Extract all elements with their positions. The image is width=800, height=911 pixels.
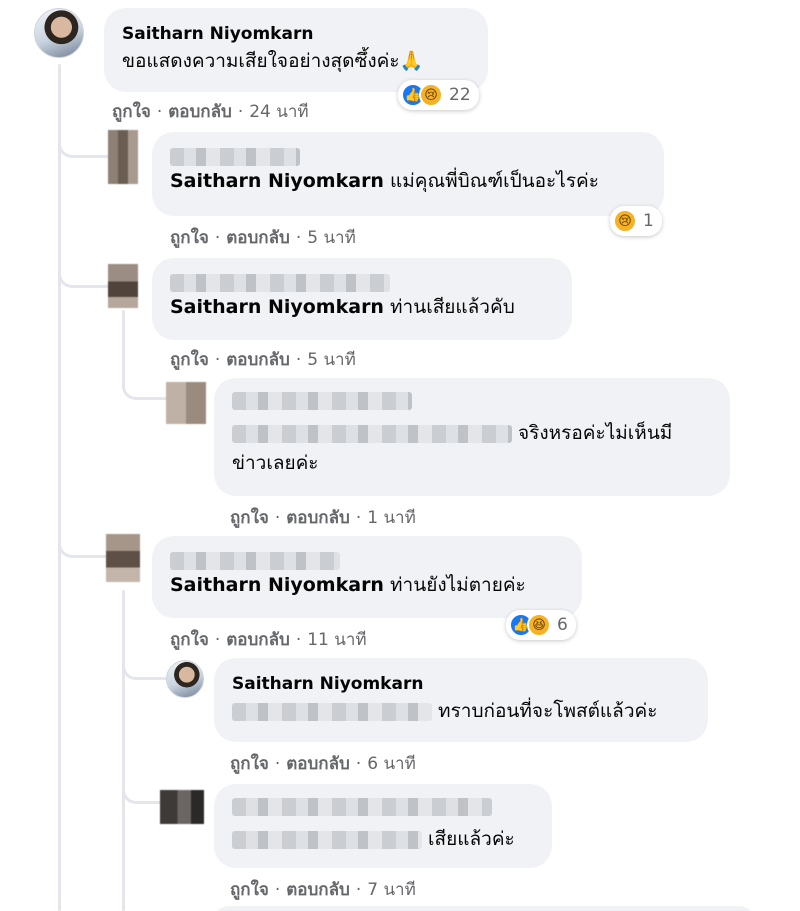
separator: ·	[274, 754, 281, 774]
comment-text: Saitharn Niyomkarn แม่คุณพี่บิณฑ์เป็นอะไ…	[170, 169, 599, 192]
mention[interactable]: Saitharn Niyomkarn	[170, 574, 384, 596]
sad-icon: 😢	[419, 83, 443, 107]
avatar[interactable]	[108, 264, 138, 308]
thread-elbow	[58, 128, 108, 158]
reply-button[interactable]: ตอบกลับ	[226, 630, 290, 650]
reaction-summary[interactable]: 👍 😢 22	[398, 80, 479, 110]
reaction-count: 6	[557, 615, 568, 635]
comment-time[interactable]: 11 นาที	[307, 630, 366, 650]
reaction-count: 1	[643, 211, 654, 231]
comment-actions: ถูกใจ · ตอบกลับ · 5 นาที	[170, 224, 356, 251]
comment-bubble: Saitharn Niyomkarn แม่คุณพี่บิณฑ์เป็นอะไ…	[152, 132, 664, 216]
reply-button[interactable]: ตอบกลับ	[286, 880, 350, 900]
avatar[interactable]	[108, 130, 138, 184]
redacted-author	[170, 272, 554, 292]
comment-time[interactable]: 7 นาที	[367, 880, 416, 900]
like-button[interactable]: ถูกใจ	[170, 228, 209, 248]
comment-text-line: ข่าวเลยค่ะ	[232, 452, 319, 474]
redacted-author	[170, 146, 646, 166]
comment-text: จริงหรอค่ะไม่เห็นมี	[232, 418, 712, 448]
reaction-summary[interactable]: 😢 1	[610, 206, 662, 236]
mention[interactable]: Saitharn Niyomkarn	[170, 170, 384, 192]
avatar[interactable]	[166, 382, 206, 424]
thread-elbow	[122, 650, 168, 680]
comment-time[interactable]: 1 นาที	[367, 508, 416, 528]
comment-bubble-partial	[214, 906, 754, 911]
haha-icon: 😆	[527, 613, 551, 637]
reply-button[interactable]: ตอบกลับ	[286, 508, 350, 528]
separator: ·	[237, 102, 244, 122]
comment-bubble: Saitharn Niyomkarn ทราบก่อนที่จะโพสต์แล้…	[214, 658, 708, 742]
separator: ·	[295, 350, 302, 370]
like-button[interactable]: ถูกใจ	[230, 880, 269, 900]
redacted-author	[232, 798, 534, 816]
separator: ·	[295, 630, 302, 650]
redacted-author	[170, 550, 564, 570]
mention[interactable]: Saitharn Niyomkarn	[170, 296, 384, 318]
like-button[interactable]: ถูกใจ	[230, 754, 269, 774]
comment-author[interactable]: Saitharn Niyomkarn	[122, 22, 470, 46]
comment-text: ทราบก่อนที่จะโพสต์แล้วค่ะ	[232, 696, 690, 726]
separator: ·	[355, 508, 362, 528]
thread-line-sub	[122, 590, 125, 911]
reaction-summary[interactable]: 👍 😆 6	[506, 610, 576, 640]
comment-actions: ถูกใจ · ตอบกลับ · 5 นาที	[170, 346, 356, 373]
separator: ·	[295, 228, 302, 248]
separator: ·	[274, 508, 281, 528]
reply-button[interactable]: ตอบกลับ	[226, 228, 290, 248]
comment-actions: ถูกใจ · ตอบกลับ · 11 นาที	[170, 626, 367, 653]
separator: ·	[355, 880, 362, 900]
comment-text: Saitharn Niyomkarn ท่านเสียแล้วคับ	[170, 295, 515, 318]
separator: ·	[214, 228, 221, 248]
thread-elbow	[58, 528, 108, 558]
comment-bubble: เสียแล้วค่ะ	[214, 784, 552, 868]
comment-actions: ถูกใจ · ตอบกลับ · 7 นาที	[230, 876, 416, 903]
avatar[interactable]	[160, 790, 204, 824]
reply-button[interactable]: ตอบกลับ	[168, 102, 232, 122]
comment-time[interactable]: 6 นาที	[367, 754, 416, 774]
thread-line-main	[58, 64, 61, 911]
comment-bubble: Saitharn Niyomkarn ท่านยังไม่ตายค่ะ	[152, 536, 582, 618]
like-button[interactable]: ถูกใจ	[170, 630, 209, 650]
separator: ·	[156, 102, 163, 122]
sad-icon: 😢	[613, 209, 637, 233]
like-button[interactable]: ถูกใจ	[112, 102, 151, 122]
thread-elbow	[122, 372, 168, 400]
comment-bubble: Saitharn Niyomkarn ท่านเสียแล้วคับ	[152, 258, 572, 340]
separator: ·	[214, 350, 221, 370]
comment-text: Saitharn Niyomkarn ท่านยังไม่ตายค่ะ	[170, 573, 526, 596]
avatar[interactable]	[34, 8, 84, 58]
reply-button[interactable]: ตอบกลับ	[226, 350, 290, 370]
separator: ·	[214, 630, 221, 650]
separator: ·	[355, 754, 362, 774]
redacted-author	[232, 392, 712, 410]
comment-time[interactable]: 24 นาที	[249, 102, 308, 122]
reaction-count: 22	[449, 85, 471, 105]
comment-actions: ถูกใจ · ตอบกลับ · 1 นาที	[230, 504, 416, 531]
comment-actions: ถูกใจ · ตอบกลับ · 6 นาที	[230, 750, 416, 777]
reply-button[interactable]: ตอบกลับ	[286, 754, 350, 774]
comment-actions: ถูกใจ · ตอบกลับ · 24 นาที	[112, 98, 309, 125]
comment-author[interactable]: Saitharn Niyomkarn	[232, 672, 690, 696]
avatar[interactable]	[106, 534, 140, 582]
like-button[interactable]: ถูกใจ	[170, 350, 209, 370]
avatar[interactable]	[166, 660, 204, 698]
comment-time[interactable]: 5 นาที	[307, 228, 356, 248]
comment-bubble: จริงหรอค่ะไม่เห็นมี ข่าวเลยค่ะ	[214, 378, 730, 496]
like-button[interactable]: ถูกใจ	[230, 508, 269, 528]
comment-text: เสียแล้วค่ะ	[232, 824, 534, 854]
separator: ·	[274, 880, 281, 900]
comment-time[interactable]: 5 นาที	[307, 350, 356, 370]
thread-elbow	[58, 258, 108, 288]
comment-text: ขอแสดงความเสียใจอย่างสุดซึ้งค่ะ🙏	[122, 50, 424, 72]
